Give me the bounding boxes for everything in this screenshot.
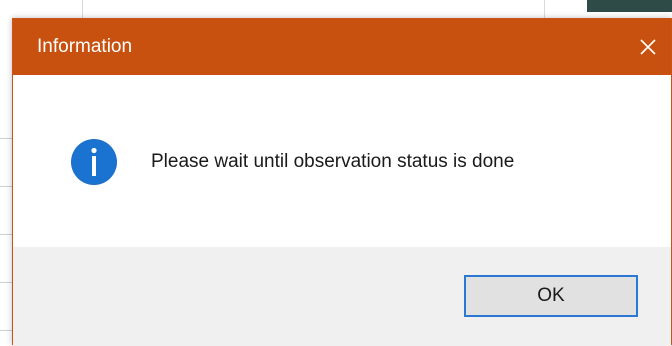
background-gridline <box>0 330 12 331</box>
dialog-button-bar: OK <box>13 247 671 346</box>
background-gridline <box>544 0 545 18</box>
ok-button[interactable]: OK <box>464 275 638 317</box>
background-gridline <box>82 0 83 18</box>
dialog-content: Please wait until observation status is … <box>13 75 671 247</box>
close-button[interactable] <box>625 19 671 75</box>
dialog-title: Information <box>37 36 133 57</box>
focus-rect <box>468 279 634 313</box>
information-dialog: Information Please wait until observatio… <box>12 18 672 346</box>
dialog-title-bar[interactable]: Information <box>13 19 671 75</box>
info-icon <box>70 138 118 186</box>
background-gridline <box>0 138 12 139</box>
dialog-message: Please wait until observation status is … <box>151 151 515 172</box>
background-gridline <box>0 282 12 283</box>
background-gridline <box>0 234 12 235</box>
close-icon <box>639 38 657 56</box>
background-dark-panel <box>587 0 672 12</box>
background-gridline <box>0 186 12 187</box>
